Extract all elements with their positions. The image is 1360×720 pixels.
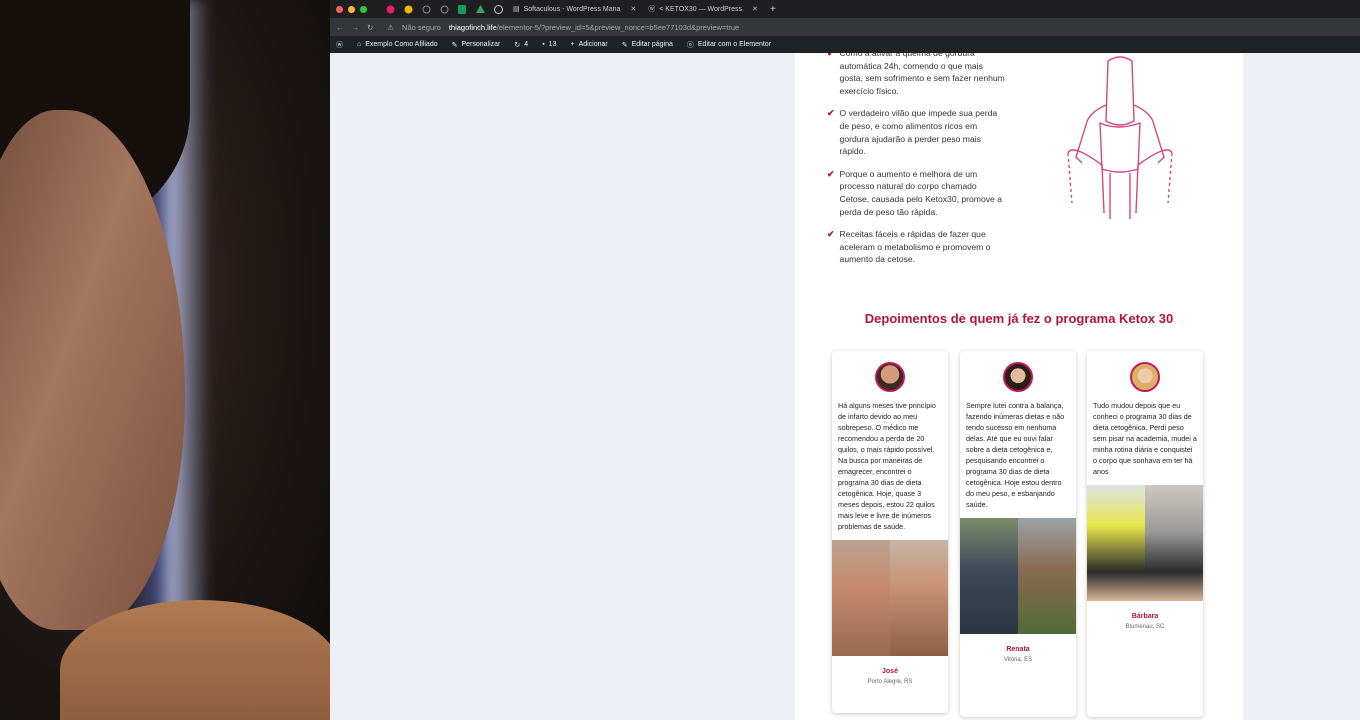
dashboard-icon: ⌂ bbox=[357, 41, 362, 48]
elementor-icon: ⓔ bbox=[686, 41, 694, 49]
wordpress-icon[interactable] bbox=[489, 0, 507, 18]
testimonial-card-renata: Sempre lutei contra a balança, fazendo i… bbox=[960, 351, 1076, 717]
window-controls bbox=[336, 5, 367, 13]
check-icon: ✔ bbox=[827, 108, 835, 119]
comment-icon: ▪ bbox=[542, 41, 545, 48]
updates-link[interactable]: ↻ 4 bbox=[514, 41, 528, 49]
testimonial-card-barbara: Tudo mudou depois que eu conheci o progr… bbox=[1087, 351, 1203, 717]
avatar bbox=[1003, 362, 1033, 392]
tab-softaculous[interactable]: ▤ Softaculous - WordPress Mana ✕ bbox=[507, 0, 642, 18]
check-icon: ✔ bbox=[827, 229, 835, 240]
testimonial-name: Renata bbox=[1006, 646, 1030, 653]
softaculous-favicon-icon: ▤ bbox=[513, 6, 520, 13]
testimonial-quote: Há alguns meses tive princípio de infart… bbox=[838, 401, 936, 531]
sheets-icon[interactable] bbox=[453, 0, 471, 18]
pinned-tab-icon-3[interactable] bbox=[417, 0, 435, 18]
page-content: ✔ Como a ativar a queima de gordura autom… bbox=[330, 53, 1360, 720]
wordpress-favicon-icon: ⓦ bbox=[648, 6, 656, 13]
avatar bbox=[1130, 362, 1160, 392]
brush-icon: ✎ bbox=[451, 41, 458, 49]
pinned-tab-icon-4[interactable] bbox=[435, 0, 453, 18]
after-photo bbox=[1018, 518, 1076, 634]
browser-window: ▤ Softaculous - WordPress Mana ✕ ⓦ < KET… bbox=[330, 0, 1360, 720]
security-label: Não seguro bbox=[402, 22, 441, 32]
edit-page-link[interactable]: ✎ Editar página bbox=[622, 41, 673, 49]
customize-link[interactable]: ✎ Personalizar bbox=[452, 41, 501, 49]
after-photo bbox=[890, 540, 948, 656]
before-after-photos bbox=[1087, 485, 1203, 601]
refresh-icon: ↻ bbox=[514, 41, 521, 49]
plus-icon: + bbox=[570, 41, 575, 48]
pinned-tab-icon-2[interactable] bbox=[399, 0, 417, 18]
testimonial-quote: Tudo mudou depois que eu conheci o progr… bbox=[1093, 401, 1197, 476]
warning-icon[interactable]: ⚠ bbox=[387, 23, 394, 32]
add-new-link[interactable]: + Adicionar bbox=[570, 41, 607, 48]
before-photo bbox=[1087, 485, 1145, 601]
wordpress-logo-icon[interactable]: ⓦ bbox=[336, 40, 343, 50]
tab-bar: ▤ Softaculous - WordPress Mana ✕ ⓦ < KET… bbox=[330, 0, 1360, 18]
testimonial-name: José bbox=[882, 668, 898, 675]
after-photo bbox=[1145, 485, 1203, 601]
tab-ketox30[interactable]: ⓦ < KETOX30 — WordPress ✕ bbox=[642, 0, 764, 18]
list-item: ✔ Como a ativar a queima de gordura autom… bbox=[827, 53, 1007, 97]
weight-loss-illustration bbox=[1067, 56, 1173, 219]
section-title: Depoimentos de quem já fez o programa Ke… bbox=[864, 311, 1174, 326]
testimonial-card-jose: Há alguns meses tive princípio de infart… bbox=[832, 351, 948, 713]
forward-icon[interactable]: → bbox=[352, 23, 360, 32]
testimonial-place: Blumenau, SC bbox=[1125, 624, 1165, 630]
close-tab-icon[interactable]: ✕ bbox=[630, 5, 636, 13]
maximize-window-button[interactable] bbox=[360, 5, 367, 13]
reload-icon[interactable]: ↻ bbox=[367, 23, 373, 32]
drive-icon[interactable] bbox=[471, 0, 489, 18]
testimonial-place: Vitória, ES bbox=[1003, 657, 1033, 663]
new-tab-button[interactable]: + bbox=[764, 0, 782, 18]
list-item: ✔ Receitas fáceis e rápidas de fazer que … bbox=[827, 229, 991, 265]
close-window-button[interactable] bbox=[336, 5, 343, 13]
testimonial-name: Bárbara bbox=[1131, 613, 1159, 620]
back-icon[interactable]: ← bbox=[336, 23, 344, 32]
minimize-window-button[interactable] bbox=[348, 5, 355, 13]
edit-elementor-link[interactable]: ⓔ Editar com o Elementor bbox=[687, 40, 771, 50]
comments-link[interactable]: ▪ 13 bbox=[542, 41, 556, 48]
pencil-icon: ✎ bbox=[621, 41, 628, 49]
before-after-photos bbox=[960, 518, 1076, 634]
before-photo bbox=[960, 518, 1018, 634]
content-panel: ✔ Como a ativar a queima de gordura autom… bbox=[795, 53, 1243, 720]
list-item: ✔ Porque o aumento e melhora de um proces… bbox=[827, 168, 1002, 217]
url-field[interactable]: thiagofinch.life/elementor-5/?preview_id… bbox=[449, 23, 739, 32]
check-icon: ✔ bbox=[827, 168, 835, 179]
testimonial-quote: Sempre lutei contra a balança, fazendo i… bbox=[966, 401, 1065, 509]
avatar bbox=[875, 362, 905, 392]
check-icon: ✔ bbox=[827, 53, 835, 58]
before-photo bbox=[832, 540, 890, 656]
webcam-overlay bbox=[0, 0, 330, 720]
site-name-link[interactable]: ⌂ Exemplo Como Afiliado bbox=[357, 41, 438, 48]
wordpress-admin-bar: ⓦ ⌂ Exemplo Como Afiliado ✎ Personalizar ↻… bbox=[330, 36, 1360, 53]
close-tab-icon[interactable]: ✕ bbox=[752, 5, 758, 13]
testimonial-place: Porto Alegre, RS bbox=[867, 679, 913, 685]
benefits-list: ✔ Como a ativar a queima de gordura autom… bbox=[827, 53, 1007, 276]
before-after-photos bbox=[832, 540, 948, 656]
list-item: ✔ O verdadeiro vilão que impede sua perda… bbox=[827, 108, 998, 157]
address-bar: ← → ↻ ⚠ Não seguro thiagofinch.life/elem… bbox=[330, 18, 1360, 36]
pinned-tab-icon-1[interactable] bbox=[381, 0, 399, 18]
